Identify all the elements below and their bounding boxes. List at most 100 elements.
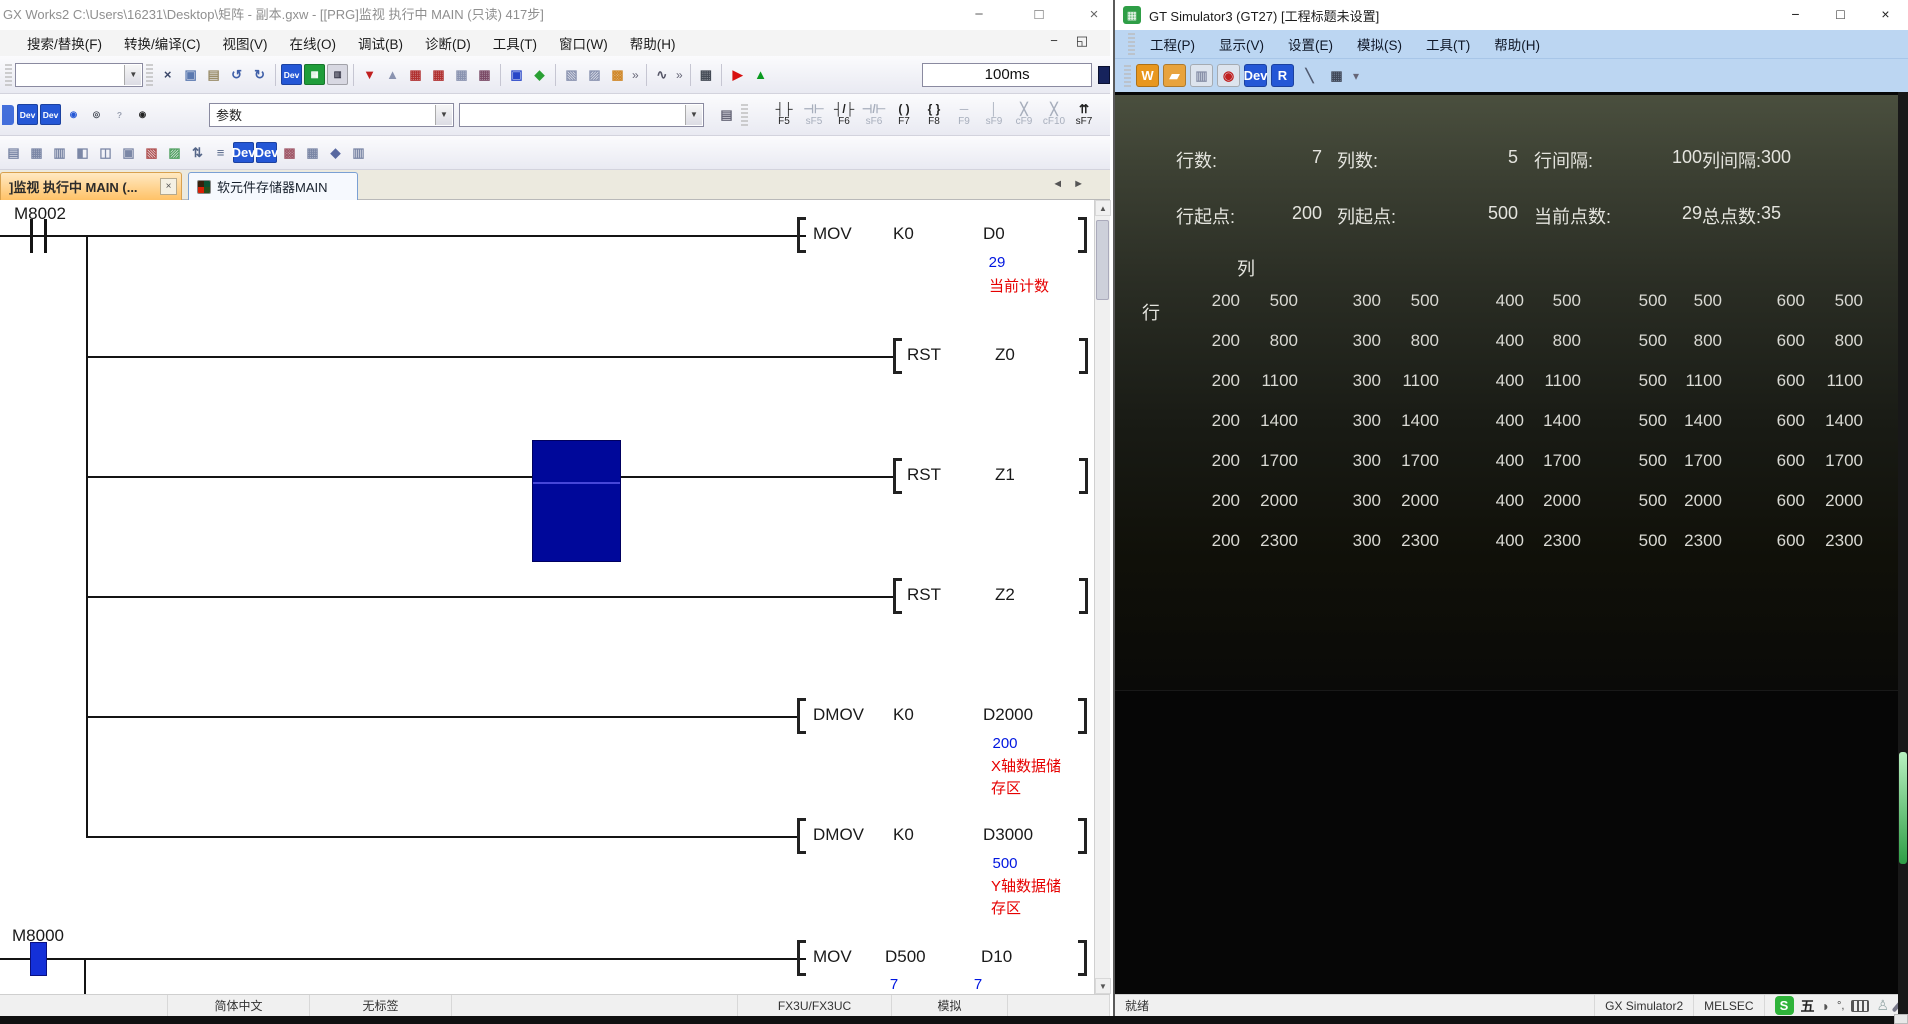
tab-device-memory[interactable]: 软元件存储器MAIN bbox=[188, 172, 358, 200]
scan-time-box[interactable]: 100ms bbox=[922, 63, 1092, 87]
dev-list-used-icon[interactable]: Dev bbox=[256, 142, 277, 163]
open-branch-icon[interactable]: ⊣⊢ sF5 bbox=[799, 98, 829, 132]
chevron-down-icon[interactable]: ▼ bbox=[685, 105, 702, 125]
read-from-plc-icon[interactable]: ▲ bbox=[382, 64, 403, 85]
tool-a-icon[interactable]: ▩ bbox=[279, 142, 300, 163]
gx-menu-item[interactable]: 在线(O) bbox=[279, 33, 348, 53]
zoom-device-icon[interactable]: ◎ bbox=[86, 104, 107, 125]
scrollbar-thumb[interactable] bbox=[1899, 752, 1907, 864]
sogou-input-icon[interactable]: S bbox=[1775, 996, 1794, 1015]
watch-window-icon[interactable]: ▣ bbox=[506, 64, 527, 85]
punctuation-icon[interactable]: °, bbox=[1837, 1000, 1844, 1012]
gx-menu-item[interactable]: 帮助(H) bbox=[619, 33, 687, 53]
mdi-minimize-button[interactable]: − bbox=[1044, 33, 1064, 49]
copy-icon[interactable]: ▣ bbox=[180, 64, 201, 85]
monitor-pause-icon[interactable]: ▦ bbox=[451, 64, 472, 85]
chevron-down-icon[interactable]: ▼ bbox=[435, 105, 452, 125]
help-icon[interactable]: ? bbox=[109, 104, 130, 125]
gt-menu-item[interactable]: 模拟(S) bbox=[1345, 34, 1414, 54]
stop-simulation-icon[interactable]: ◉ bbox=[1217, 64, 1240, 87]
toolbar-overflow-icon[interactable]: ▾ bbox=[1350, 69, 1362, 83]
cascade-windows-icon[interactable]: ▧ bbox=[561, 64, 582, 85]
gt-scrollbar[interactable] bbox=[1898, 92, 1908, 1016]
device-test-icon[interactable]: ▨ bbox=[164, 142, 185, 163]
ime-mode-icon[interactable]: 五 bbox=[1801, 996, 1815, 1016]
gx-menu-item[interactable]: 搜索/替换(F) bbox=[16, 33, 113, 53]
jump-icon[interactable]: ◆ bbox=[325, 142, 346, 163]
toolbar-grip[interactable] bbox=[1128, 33, 1135, 55]
fb-icon[interactable]: ▦ bbox=[26, 142, 47, 163]
gx-menu-item[interactable]: 工具(T) bbox=[482, 33, 548, 53]
toolbar-grip[interactable] bbox=[5, 64, 12, 86]
new-project-icon[interactable]: W bbox=[1136, 64, 1159, 87]
cut-icon[interactable]: × bbox=[157, 64, 178, 85]
gt-close-button[interactable]: × bbox=[1863, 0, 1908, 29]
chip-icon[interactable]: ▦ bbox=[696, 64, 716, 85]
keyboard-input-icon[interactable]: ▦ bbox=[1325, 64, 1348, 87]
monitor-start-icon[interactable]: ▦ bbox=[405, 64, 426, 85]
ladder-block-icon[interactable]: ▥ bbox=[49, 142, 70, 163]
toolbar-grip[interactable] bbox=[146, 64, 153, 86]
device-monitor-icon[interactable]: ▥ bbox=[327, 64, 348, 85]
delete-vline-icon[interactable]: ╳ cF10 bbox=[1039, 98, 1069, 132]
comment-display-icon[interactable]: ◫ bbox=[95, 142, 116, 163]
device-display-icon[interactable]: Dev bbox=[281, 64, 302, 85]
restart-simulation-icon[interactable]: R bbox=[1271, 64, 1294, 87]
delete-hline-icon[interactable]: ╳ cF9 bbox=[1009, 98, 1039, 132]
simulation-icon[interactable]: ◆ bbox=[529, 64, 550, 85]
gt-menu-item[interactable]: 设置(E) bbox=[1276, 34, 1345, 54]
program-icon[interactable]: ▤ bbox=[3, 142, 24, 163]
gx-close-button[interactable]: × bbox=[1078, 0, 1110, 29]
gx-menu-item[interactable]: 调试(B) bbox=[347, 33, 414, 53]
gt-menu-item[interactable]: 帮助(H) bbox=[1482, 34, 1552, 54]
toolbar-grip[interactable] bbox=[1124, 65, 1131, 87]
window-select-combo[interactable]: 参数 ▼ bbox=[209, 103, 454, 127]
scroll-down-icon[interactable]: ▼ bbox=[1095, 978, 1111, 994]
redo-icon[interactable]: ↻ bbox=[249, 64, 270, 85]
open-project-icon[interactable]: ▰ bbox=[1163, 64, 1186, 87]
application-instruction-icon[interactable]: { } F8 bbox=[919, 98, 949, 132]
tab-next-icon[interactable]: ► bbox=[1073, 178, 1084, 190]
close-icon[interactable]: × bbox=[160, 178, 177, 195]
moon-icon[interactable]: ◗ bbox=[1822, 998, 1830, 1014]
toolbar-grip[interactable] bbox=[741, 104, 748, 126]
pulse-contact-icon[interactable]: ⇈ sF7 bbox=[1069, 98, 1099, 132]
mdi-restore-button[interactable]: ◱ bbox=[1072, 33, 1092, 49]
device-display-eye-icon[interactable]: ◉ bbox=[63, 104, 84, 125]
ladder-scrollbar[interactable]: ▲ ▼ bbox=[1094, 200, 1110, 994]
save-project-icon[interactable]: ▥ bbox=[1190, 64, 1213, 87]
gt-menu-item[interactable]: 工程(P) bbox=[1138, 34, 1207, 54]
undo-icon[interactable]: ↺ bbox=[226, 64, 247, 85]
gx-menu-item[interactable]: 转换/编译(C) bbox=[113, 33, 212, 53]
tile-windows-icon[interactable]: ▨ bbox=[584, 64, 605, 85]
edit-cursor[interactable] bbox=[532, 440, 621, 562]
arrange-windows-icon[interactable]: ▩ bbox=[607, 64, 628, 85]
closed-branch-icon[interactable]: ⊣/⊢ sF6 bbox=[859, 98, 889, 132]
toolbar-overflow-icon[interactable]: » bbox=[629, 68, 642, 82]
vertical-line-icon[interactable]: │ sF9 bbox=[979, 98, 1009, 132]
device-memory-icon[interactable]: Dev bbox=[40, 104, 61, 125]
monitor-write-icon[interactable]: ▦ bbox=[428, 64, 449, 85]
list-icon[interactable]: ≡ bbox=[210, 142, 231, 163]
open-contact-icon[interactable]: ┤├ F5 bbox=[769, 98, 799, 132]
gx-minimize-button[interactable]: − bbox=[958, 0, 1000, 29]
gx-menu-item[interactable]: 视图(V) bbox=[212, 33, 279, 53]
sort-icon[interactable]: ⇅ bbox=[187, 142, 208, 163]
gt-menu-item[interactable]: 显示(V) bbox=[1207, 34, 1276, 54]
paste-icon[interactable]: ▤ bbox=[203, 64, 224, 85]
gt-menu-item[interactable]: 工具(T) bbox=[1414, 34, 1482, 54]
gt-maximize-button[interactable]: □ bbox=[1818, 0, 1863, 29]
device-select-combo[interactable]: ▼ bbox=[459, 103, 704, 127]
toolbar-overflow-icon[interactable]: » bbox=[673, 68, 686, 82]
dev-cross-ref-icon[interactable]: Dev bbox=[233, 142, 254, 163]
closed-contact-icon[interactable]: ┤/├ F6 bbox=[829, 98, 859, 132]
step-run-icon[interactable]: ▲ bbox=[750, 64, 771, 85]
scrollbar-thumb[interactable] bbox=[1096, 220, 1109, 300]
gt-minimize-button[interactable]: − bbox=[1773, 0, 1818, 29]
page-preview-icon[interactable]: ▤ bbox=[716, 104, 737, 125]
gx-menu-item[interactable]: 诊断(D) bbox=[414, 33, 482, 53]
monitor-screen-icon[interactable]: ▦ bbox=[304, 64, 325, 85]
tab-prev-icon[interactable]: ◄ bbox=[1052, 178, 1063, 190]
note-edit-icon[interactable]: ▧ bbox=[141, 142, 162, 163]
chevron-down-icon[interactable]: ▼ bbox=[124, 65, 141, 85]
